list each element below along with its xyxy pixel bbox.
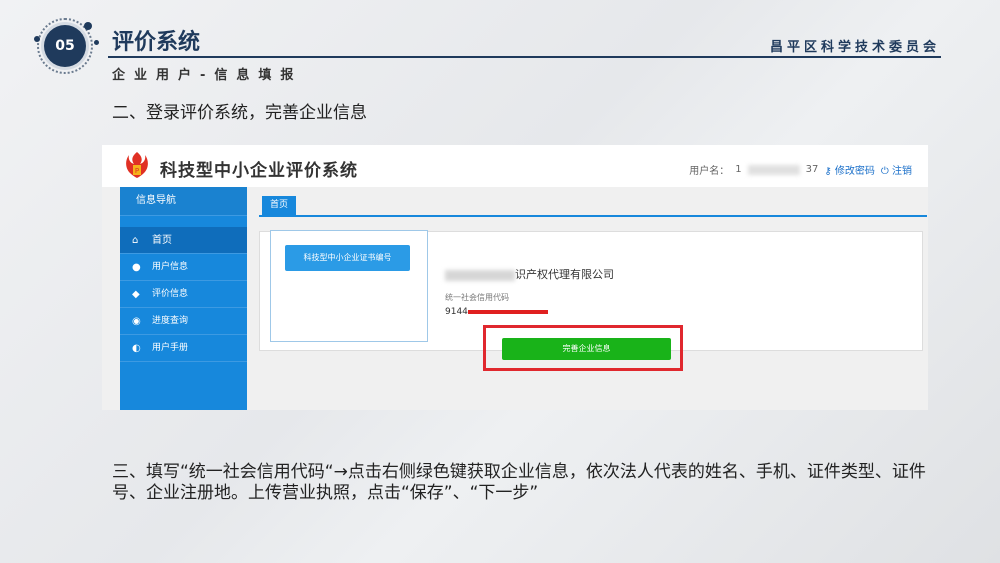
logout-label: 注销 bbox=[892, 166, 912, 177]
app-topbar: P 科技型中小企业评价系统 用户名： 1 37 ⚷ 修改密码 ⏻ 注销 bbox=[102, 145, 928, 187]
decor-dot bbox=[34, 36, 40, 42]
sidebar-item-user-info[interactable]: ● 用户信息 bbox=[120, 254, 247, 281]
section-number-badge: 05 bbox=[44, 25, 86, 67]
sidebar-item-label: 评价信息 bbox=[152, 289, 189, 299]
sidebar-item-label: 用户手册 bbox=[152, 343, 189, 353]
tab-home[interactable]: 首页 bbox=[262, 196, 297, 215]
home-icon: ⌂ bbox=[132, 235, 139, 246]
sidebar-heading: 信息导航 bbox=[120, 187, 247, 216]
company-name-suffix: 识产权代理有限公司 bbox=[515, 268, 614, 281]
tag-icon: ◆ bbox=[132, 289, 140, 300]
sidebar-item-manual[interactable]: ◐ 用户手册 bbox=[120, 335, 247, 362]
certificate-card: 科技型中小企业证书编号 bbox=[270, 230, 428, 342]
app-title: 科技型中小企业评价系统 bbox=[160, 161, 358, 181]
change-password-link[interactable]: ⚷ 修改密码 bbox=[824, 162, 875, 177]
power-icon: ⏻ bbox=[880, 166, 889, 177]
username-redacted bbox=[747, 164, 800, 175]
logout-link[interactable]: ⏻ 注销 bbox=[881, 162, 912, 177]
sidebar-item-home[interactable]: ⌂ 首页 bbox=[120, 227, 247, 254]
organization-name: 昌平区科学技术委员会 bbox=[769, 40, 940, 55]
sidebar: 信息导航 ⌂ 首页 ● 用户信息 ◆ 评价信息 ◉ 进度查询 ◐ 用户手册 bbox=[120, 187, 247, 410]
decor-dot bbox=[84, 22, 92, 30]
app-logo-icon: P bbox=[126, 152, 148, 178]
username-prefix: 1 bbox=[735, 164, 742, 175]
user-icon: ● bbox=[132, 262, 141, 273]
sidebar-item-label: 首页 bbox=[152, 235, 172, 246]
credit-code-label: 统一社会信用代码 bbox=[445, 293, 509, 302]
credit-code-value: 9144 bbox=[445, 307, 548, 317]
company-name-redacted bbox=[445, 269, 515, 281]
header-divider bbox=[108, 56, 941, 58]
credit-code-prefix: 9144 bbox=[445, 307, 468, 317]
company-name: 识产权代理有限公司 bbox=[445, 266, 614, 282]
sidebar-item-label: 用户信息 bbox=[152, 262, 189, 272]
certificate-number-button[interactable]: 科技型中小企业证书编号 bbox=[285, 245, 410, 271]
book-icon: ◐ bbox=[132, 343, 141, 354]
user-area: 用户名： 1 37 ⚷ 修改密码 ⏻ 注销 bbox=[689, 162, 912, 177]
key-icon: ⚷ bbox=[824, 166, 832, 177]
sidebar-item-progress[interactable]: ◉ 进度查询 bbox=[120, 308, 247, 335]
svg-text:P: P bbox=[135, 167, 139, 175]
sidebar-item-label: 进度查询 bbox=[152, 316, 189, 326]
username-label: 用户名： bbox=[689, 166, 730, 177]
username-suffix: 37 bbox=[805, 164, 819, 175]
sidebar-item-evaluation[interactable]: ◆ 评价信息 bbox=[120, 281, 247, 308]
highlight-box bbox=[483, 325, 683, 371]
tab-bar: 首页 bbox=[259, 195, 927, 217]
eye-icon: ◉ bbox=[132, 316, 141, 327]
step-two-text: 二、登录评价系统，完善企业信息 bbox=[112, 103, 367, 123]
credit-code-redacted bbox=[467, 309, 548, 314]
change-password-label: 修改密码 bbox=[834, 166, 875, 177]
decor-dot bbox=[94, 40, 99, 45]
slide-title: 评价系统 bbox=[112, 30, 201, 55]
slide-subtitle: 企业用户-信息填报 bbox=[112, 68, 303, 83]
step-three-text: 三、填写“统一社会信用代码“→点击右侧绿色键获取企业信息，依次法人代表的姓名、手… bbox=[112, 462, 926, 503]
